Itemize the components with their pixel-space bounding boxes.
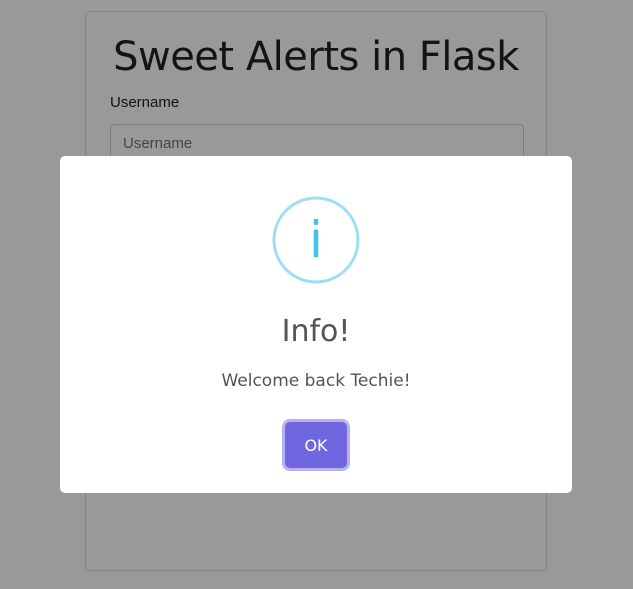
alert-message: Welcome back Techie! <box>221 371 411 391</box>
info-icon: i <box>272 196 360 284</box>
ok-button[interactable]: OK <box>285 422 347 468</box>
alert-title: Info! <box>281 314 351 349</box>
alert-dialog: i Info! Welcome back Techie! OK <box>60 156 572 493</box>
page: Sweet Alerts in Flask Username i Info! W… <box>0 0 633 589</box>
info-glyph: i <box>309 211 323 269</box>
